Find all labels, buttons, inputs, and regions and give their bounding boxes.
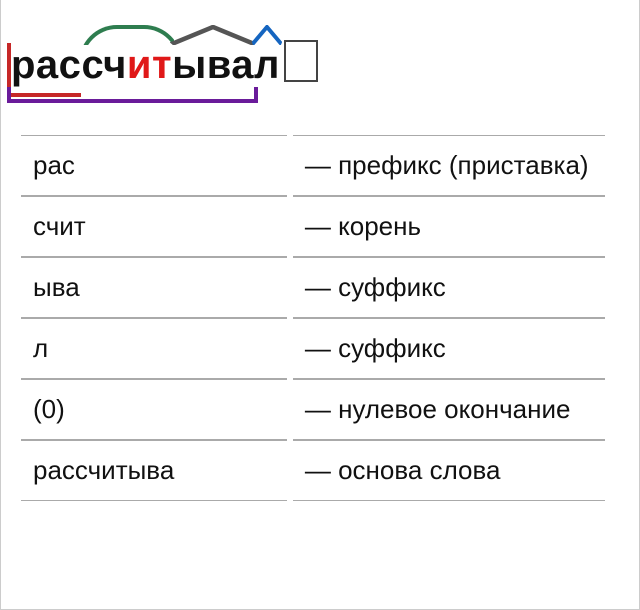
table-row: л— суффикс: [21, 318, 605, 379]
morpheme-part-cell: счит: [21, 196, 287, 257]
ending-box-icon: [284, 40, 318, 82]
suffix-hat-icon: [252, 25, 282, 45]
table-row: рас— префикс (приставка): [21, 135, 605, 196]
suffix-hat-icon: [170, 25, 256, 45]
morpheme-desc-cell: — префикс (приставка): [293, 135, 605, 196]
morpheme-desc-cell: — нулевое окончание: [293, 379, 605, 440]
morpheme-part-cell: ыва: [21, 257, 287, 318]
prefix-text: рас: [11, 43, 81, 87]
table-row: рассчитыва— основа слова: [21, 440, 605, 501]
morpheme-table: рас— префикс (приставка)счит— кореньыва—…: [15, 135, 611, 501]
table-row: (0)— нулевое окончание: [21, 379, 605, 440]
morpheme-desc-cell: — суффикс: [293, 257, 605, 318]
suffix2-text: л: [254, 43, 280, 87]
morpheme-part-cell: рас: [21, 135, 287, 196]
suffix2-segment: л: [254, 45, 280, 85]
suffix1-segment: ыва: [172, 45, 254, 85]
root-text-highlight: ит: [127, 43, 172, 87]
table-row: счит— корень: [21, 196, 605, 257]
root-segment: счит: [81, 45, 172, 85]
morpheme-part-cell: (0): [21, 379, 287, 440]
stem-bracket-icon: [7, 87, 258, 103]
morpheme-part-cell: рассчитыва: [21, 440, 287, 501]
root-text-1: сч: [81, 43, 126, 87]
prefix-segment: рас: [11, 45, 81, 85]
morpheme-desc-cell: — корень: [293, 196, 605, 257]
table-row: ыва— суффикс: [21, 257, 605, 318]
page-frame: рас счит ыва л рас— префикс (приставка)с…: [0, 0, 640, 610]
morpheme-part-cell: л: [21, 318, 287, 379]
analyzed-word: рас счит ыва л: [11, 18, 318, 95]
suffix1-text: ыва: [172, 43, 254, 87]
morph-diagram: рас счит ыва л: [1, 0, 639, 125]
root-arc-icon: [79, 25, 174, 45]
morpheme-desc-cell: — суффикс: [293, 318, 605, 379]
morpheme-desc-cell: — основа слова: [293, 440, 605, 501]
